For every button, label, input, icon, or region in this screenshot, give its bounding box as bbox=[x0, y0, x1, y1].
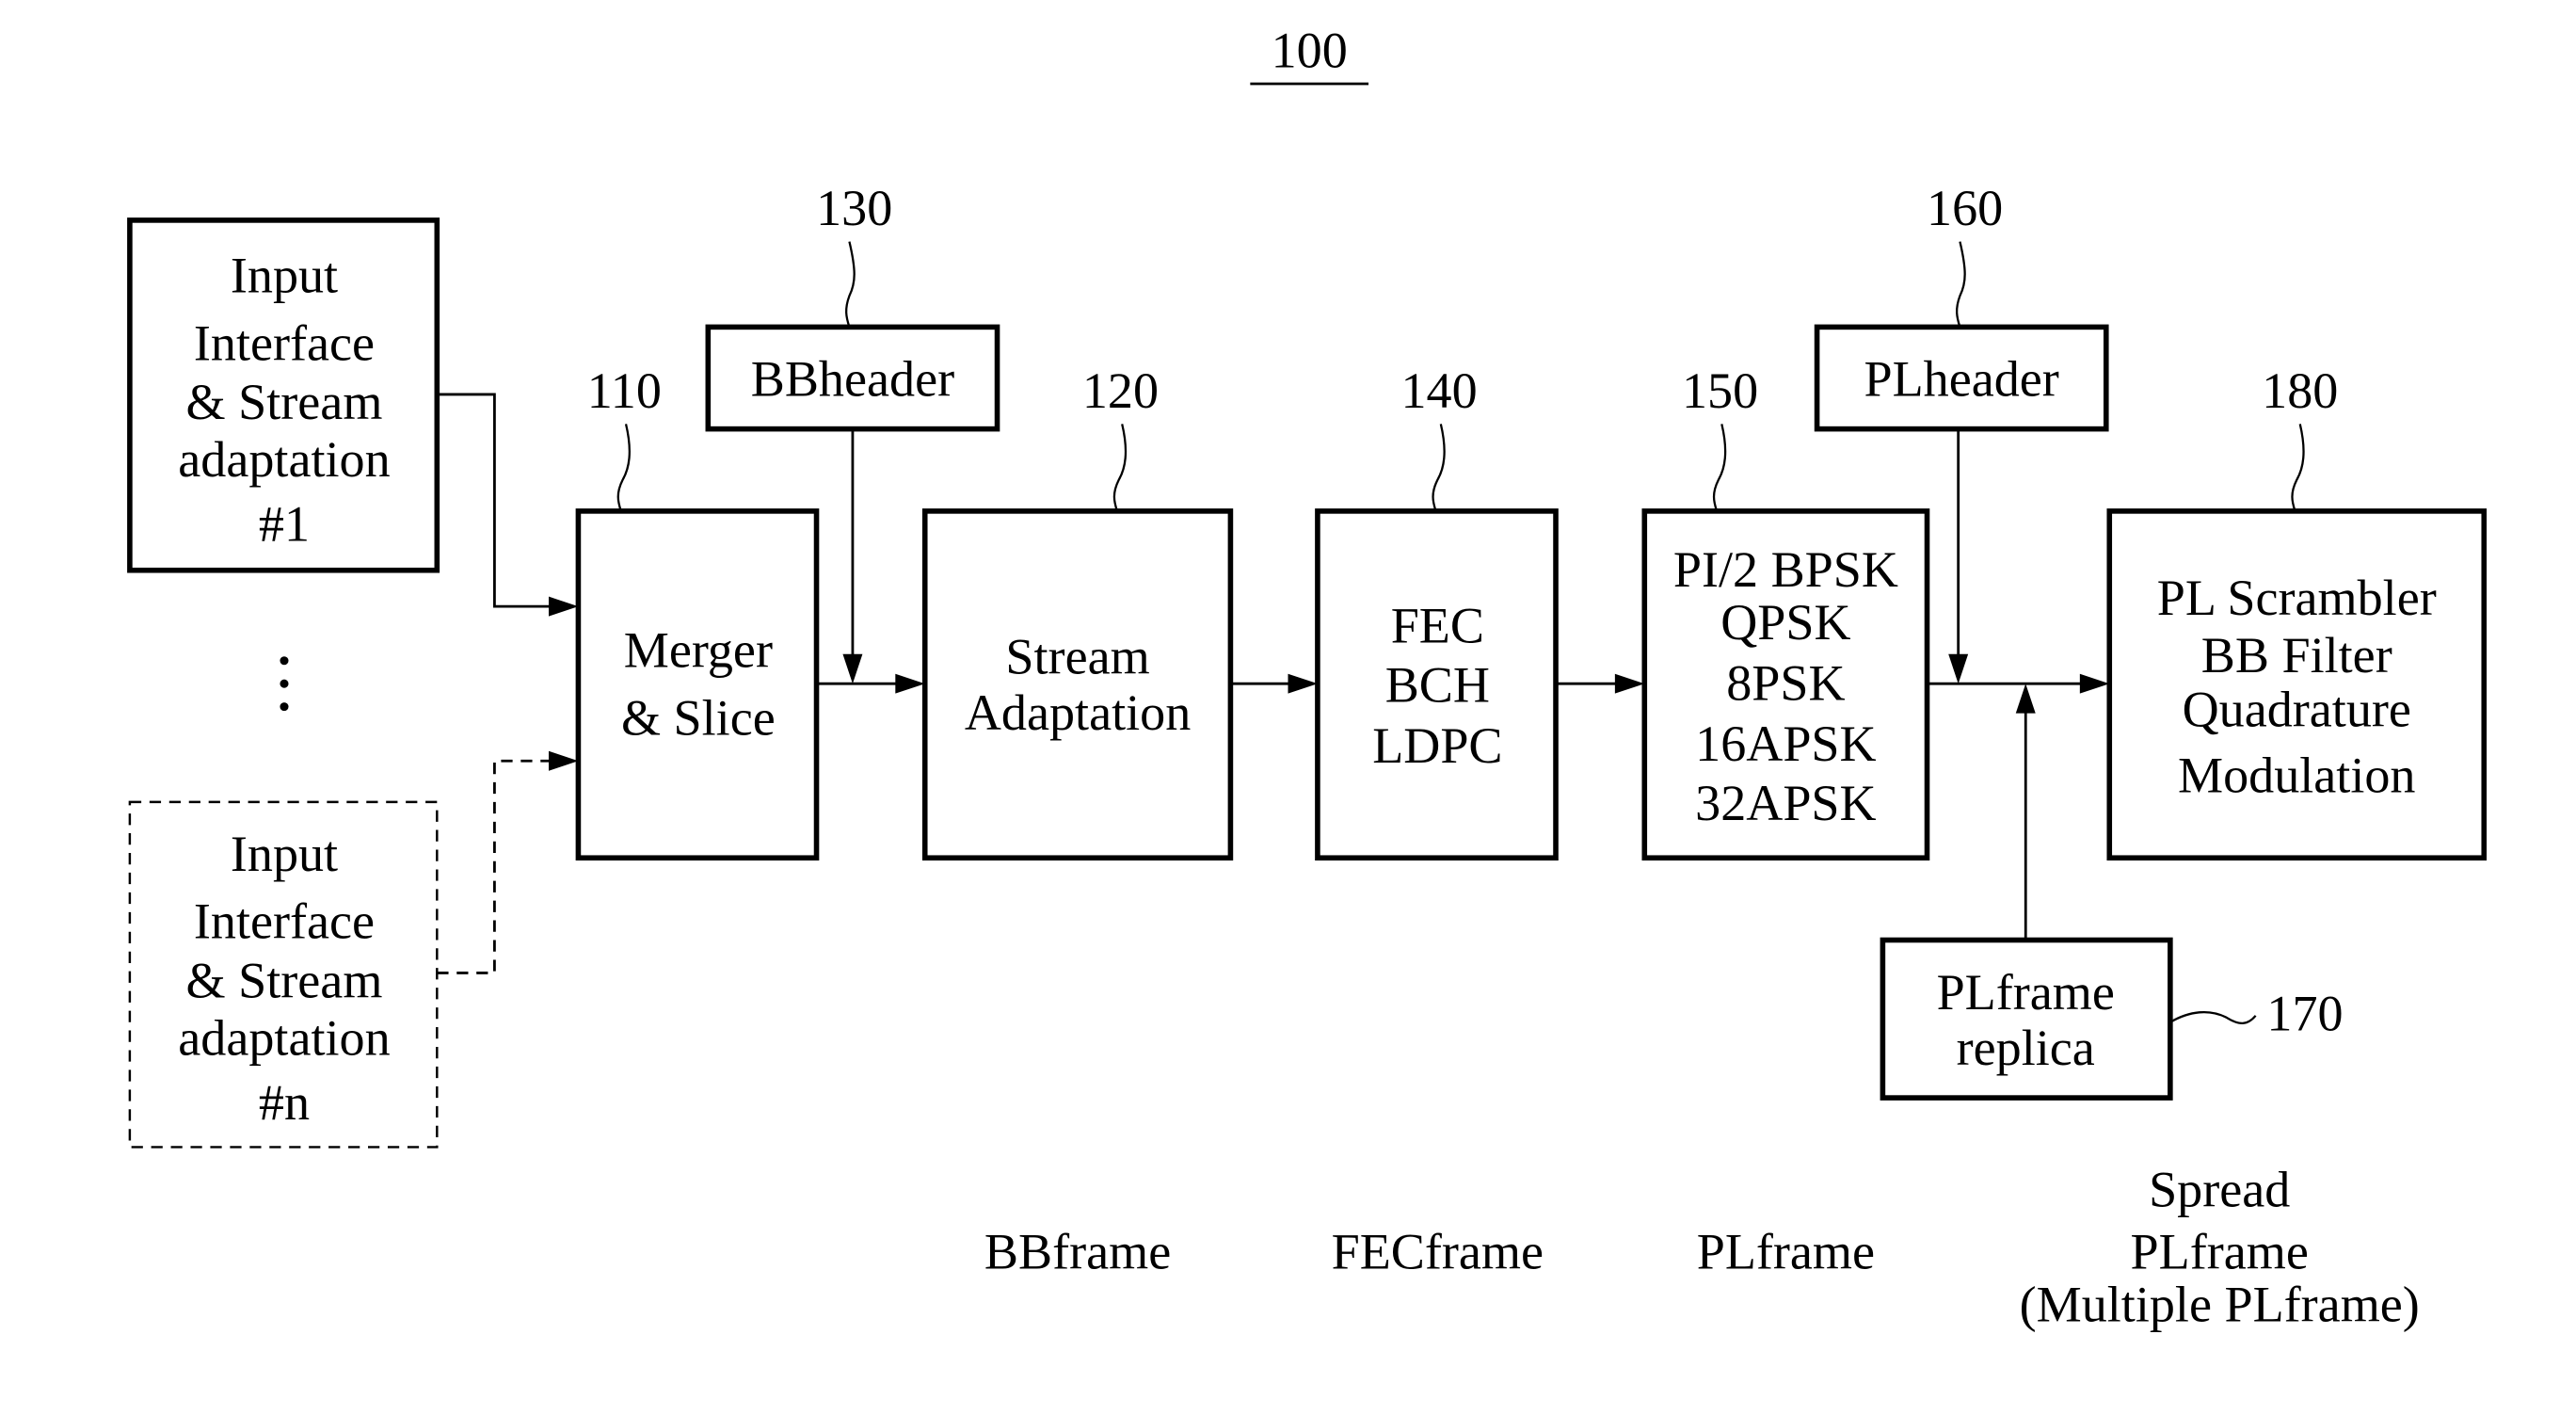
pl-scrambler-line-1: PL Scrambler bbox=[2157, 570, 2437, 626]
figure-reference: 100 bbox=[1250, 23, 1369, 86]
block-diagram: 100 Input Interface & Stream adaptation … bbox=[127, 23, 2488, 1332]
input-n-line-5: #n bbox=[259, 1074, 310, 1131]
fec-line-3: LDPC bbox=[1372, 717, 1502, 774]
modulation-ref-number: 150 bbox=[1682, 362, 1758, 419]
pl-scrambler-ref-number: 180 bbox=[2262, 362, 2338, 419]
merger-slice-box bbox=[575, 508, 820, 861]
arrowhead-icon bbox=[842, 653, 863, 684]
spread-plframe-label-line-3: (Multiple PLframe) bbox=[2020, 1276, 2420, 1332]
plheader-ref-number: 160 bbox=[1927, 180, 2003, 236]
arrowhead-icon bbox=[1288, 673, 1318, 694]
merger-line-2: & Slice bbox=[621, 689, 776, 746]
plframe-replica-block: PLframe replica 170 bbox=[1880, 937, 2344, 1101]
pl-scrambler-line-3: Quadrature bbox=[2183, 682, 2411, 738]
input-1-line-3: & Stream bbox=[186, 374, 383, 430]
merger-line-1: Merger bbox=[624, 622, 773, 679]
stream-adaptation-line-2: Adaptation bbox=[965, 684, 1191, 741]
input-1-line-4: adaptation bbox=[178, 431, 390, 488]
fecframe-label: FECframe bbox=[1332, 1224, 1544, 1280]
pl-scrambler-block: 180 PL Scrambler BB Filter Quadrature Mo… bbox=[2106, 362, 2488, 861]
modulation-line-1: PI/2 BPSK bbox=[1673, 541, 1898, 598]
frame-labels: BBframe FECframe PLframe Spread PLframe … bbox=[984, 1161, 2420, 1332]
arrowhead-icon bbox=[1614, 673, 1645, 694]
plframe-replica-line-2: replica bbox=[1957, 1020, 2095, 1076]
fec-block: 140 FEC BCH LDPC bbox=[1315, 362, 1559, 861]
modulation-line-4: 16APSK bbox=[1695, 716, 1876, 772]
plframe-replica-line-1: PLframe bbox=[1937, 964, 2115, 1021]
input-n-line-1: Input bbox=[231, 826, 338, 882]
pl-scrambler-line-2: BB Filter bbox=[2201, 627, 2392, 683]
modulation-line-5: 32APSK bbox=[1695, 775, 1876, 831]
merger-leader-line bbox=[616, 424, 631, 512]
plheader-block: 160 PLheader bbox=[1814, 180, 2109, 432]
fec-line-2: BCH bbox=[1385, 656, 1490, 713]
stream-adaptation-line-1: Stream bbox=[1005, 629, 1149, 685]
plheader-leader-line bbox=[1956, 241, 1966, 328]
input-1-line-1: Input bbox=[231, 248, 338, 304]
fec-leader-line bbox=[1432, 424, 1446, 512]
bbheader-label: BBheader bbox=[751, 351, 954, 408]
arrowhead-icon bbox=[549, 750, 579, 771]
ellipsis-dot bbox=[280, 702, 289, 712]
merger-ref-number: 110 bbox=[587, 362, 662, 419]
plframe-replica-leader-line bbox=[2169, 1010, 2257, 1025]
merger-slice-block: 110 Merger & Slice bbox=[575, 362, 820, 861]
input-1-line-2: Interface bbox=[194, 314, 375, 371]
fec-line-1: FEC bbox=[1391, 598, 1484, 654]
bbheader-leader-line bbox=[845, 241, 856, 328]
arrowhead-icon bbox=[2015, 683, 2036, 714]
arrowhead-icon bbox=[1948, 653, 1969, 684]
ellipsis-dots bbox=[280, 656, 289, 712]
spread-plframe-label-line-2: PLframe bbox=[2131, 1224, 2309, 1280]
modulation-line-2: QPSK bbox=[1720, 594, 1850, 651]
modulation-block: 150 PI/2 BPSK QPSK 8PSK 16APSK 32APSK bbox=[1641, 362, 1930, 861]
fec-ref-number: 140 bbox=[1401, 362, 1478, 419]
spread-plframe-label-line-1: Spread bbox=[2149, 1161, 2290, 1217]
pl-scrambler-leader-line bbox=[2291, 424, 2305, 512]
input-interface-n-block: Input Interface & Stream adaptation #n bbox=[128, 800, 439, 1149]
figure-reference-number: 100 bbox=[1272, 23, 1348, 79]
pl-scrambler-line-4: Modulation bbox=[2178, 747, 2416, 803]
input-n-line-3: & Stream bbox=[186, 953, 383, 1009]
plheader-label: PLheader bbox=[1864, 351, 2059, 408]
stream-adaptation-leader-line bbox=[1112, 424, 1128, 512]
bbframe-label: BBframe bbox=[984, 1224, 1171, 1280]
arrowhead-icon bbox=[895, 673, 925, 694]
plframe-replica-ref-number: 170 bbox=[2266, 986, 2343, 1042]
ellipsis-dot bbox=[280, 679, 289, 688]
input-1-to-merger-connector bbox=[437, 393, 555, 608]
input-n-line-2: Interface bbox=[194, 893, 375, 950]
stream-adaptation-ref-number: 120 bbox=[1082, 362, 1159, 419]
plframe-label: PLframe bbox=[1697, 1224, 1875, 1280]
arrowhead-icon bbox=[549, 596, 579, 617]
arrowhead-icon bbox=[2079, 673, 2110, 694]
input-n-line-4: adaptation bbox=[178, 1010, 390, 1067]
bbheader-ref-number: 130 bbox=[816, 180, 892, 236]
modulation-leader-line bbox=[1712, 424, 1727, 512]
input-interface-1-block: Input Interface & Stream adaptation #1 bbox=[127, 217, 440, 573]
input-1-line-5: #1 bbox=[259, 495, 310, 552]
input-n-to-merger-connector bbox=[437, 759, 555, 974]
bbheader-block: 130 BBheader bbox=[705, 180, 1000, 432]
ellipsis-dot bbox=[280, 656, 289, 666]
stream-adaptation-block: 120 Stream Adaptation bbox=[921, 362, 1234, 861]
modulation-line-3: 8PSK bbox=[1726, 655, 1845, 712]
